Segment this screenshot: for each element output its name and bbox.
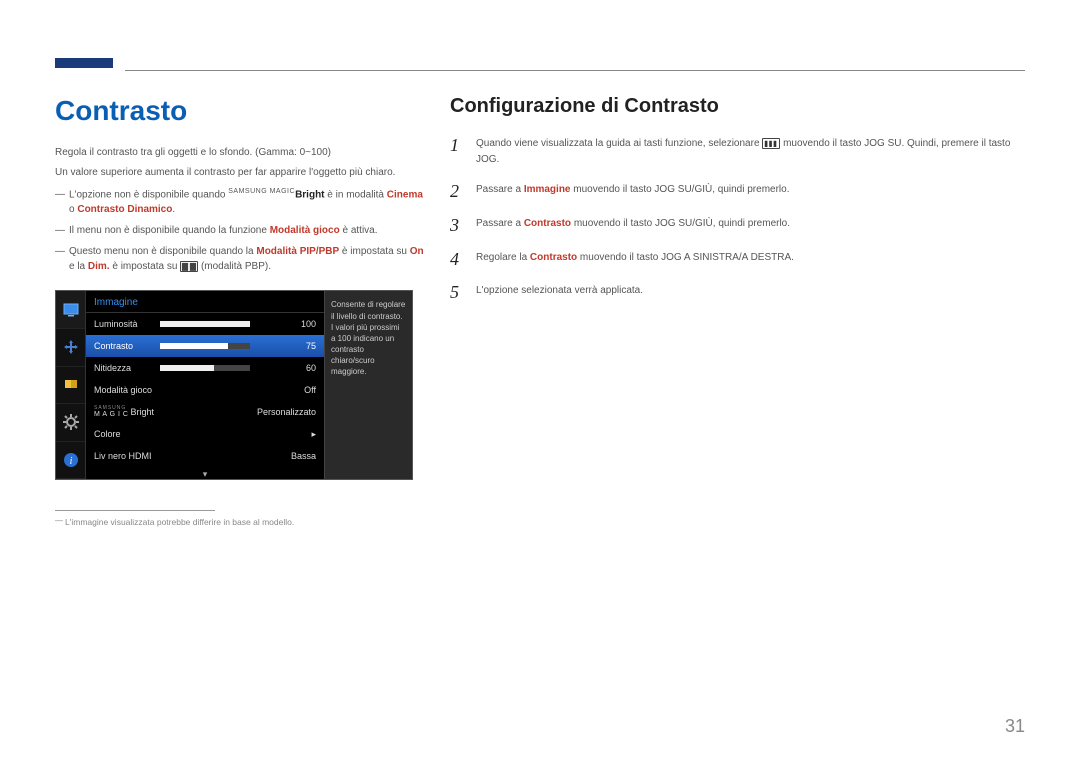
osd-scroll-arrow: ▾ xyxy=(86,467,324,482)
svg-text:i: i xyxy=(69,456,72,467)
osd-row-nitidezza: Nitidezza 60 xyxy=(86,357,324,379)
intro-line-1: Regola il contrasto tra gli oggetti e lo… xyxy=(55,145,425,161)
section-title: Configurazione di Contrasto xyxy=(450,95,1025,118)
footnote: L'immagine visualizzata potrebbe differi… xyxy=(55,517,425,527)
menu-icon xyxy=(762,138,780,149)
pbp-icon xyxy=(180,261,198,272)
osd-nav-display-icon xyxy=(56,367,85,405)
osd-main: Immagine Luminosità 100 Contrasto 75 Nit… xyxy=(86,291,324,479)
note-magicbright: L'opzione non è disponibile quando SAMSU… xyxy=(55,187,425,217)
page-title: Contrasto xyxy=(55,95,425,127)
step-1: 1 Quando viene visualizzata la guida ai … xyxy=(450,136,1025,168)
osd-row-contrasto: Contrasto 75 xyxy=(86,335,324,357)
note-gamemode: Il menu non è disponibile quando la funz… xyxy=(55,223,425,238)
osd-nav-picture-icon xyxy=(56,291,85,329)
osd-row-magicbright: SAMSUNG M A G I C Bright Personalizzato xyxy=(86,401,324,423)
page-number: 31 xyxy=(1005,716,1025,737)
right-column: Configurazione di Contrasto 1 Quando vie… xyxy=(450,95,1025,317)
osd-header: Immagine xyxy=(86,291,324,313)
note-pippbp: Questo menu non è disponibile quando la … xyxy=(55,244,425,274)
step-5: 5 L'opzione selezionata verrà applicata. xyxy=(450,283,1025,303)
osd-nav-info-icon: i xyxy=(56,442,85,480)
footnote-rule xyxy=(55,510,215,511)
intro-line-2: Un valore superiore aumenta il contrasto… xyxy=(55,165,425,181)
step-3: 3 Passare a Contrasto muovendo il tasto … xyxy=(450,216,1025,236)
intro-block: Regola il contrasto tra gli oggetti e lo… xyxy=(55,145,425,181)
osd-nav-settings-icon xyxy=(56,404,85,442)
osd-row-gioco: Modalità gioco Off xyxy=(86,379,324,401)
osd-list: Luminosità 100 Contrasto 75 Nitidezza 60… xyxy=(86,313,324,482)
osd-row-colore: Colore ▸ xyxy=(86,423,324,445)
osd-help-panel: Consente di regolare il livello di contr… xyxy=(324,291,412,479)
step-2: 2 Passare a Immagine muovendo il tasto J… xyxy=(450,182,1025,202)
osd-row-luminosita: Luminosità 100 xyxy=(86,313,324,335)
osd-nav-move-icon xyxy=(56,329,85,367)
osd-nav: i xyxy=(56,291,86,479)
osd-row-hdmi: Liv nero HDMI Bassa xyxy=(86,445,324,467)
step-4: 4 Regolare la Contrasto muovendo il tast… xyxy=(450,250,1025,270)
header-rule xyxy=(125,70,1025,71)
osd-screenshot: i Immagine Luminosità 100 Contrasto 75 N… xyxy=(55,290,413,480)
header-accent-bar xyxy=(55,58,113,68)
left-column: Contrasto Regola il contrasto tra gli og… xyxy=(55,95,425,527)
